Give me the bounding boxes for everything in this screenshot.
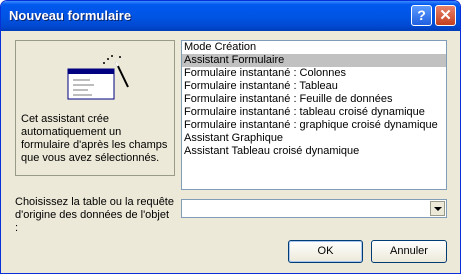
list-item[interactable]: Assistant Formulaire — [182, 54, 446, 67]
list-item[interactable]: Formulaire instantané : tableau croisé d… — [182, 106, 446, 119]
list-item[interactable]: Assistant Tableau croisé dynamique — [182, 145, 446, 158]
list-item[interactable]: Formulaire instantané : graphique croisé… — [182, 119, 446, 132]
new-form-dialog: Nouveau formulaire ? ✕ Cet assistant cré… — [0, 0, 461, 274]
data-source-label: Choisissez la table ou la requête d'orig… — [15, 196, 174, 234]
list-item[interactable]: Formulaire instantané : Tableau — [182, 80, 446, 93]
list-item[interactable]: Formulaire instantané : Colonnes — [182, 67, 446, 80]
list-item[interactable]: Formulaire instantané : Feuille de donné… — [182, 93, 446, 106]
list-item[interactable]: Mode Création — [182, 41, 446, 54]
help-button[interactable]: ? — [411, 5, 432, 26]
form-type-list[interactable]: Mode Création Assistant Formulaire Formula… — [181, 40, 447, 190]
wizard-preview-panel: Cet assistant crée automatiquement un fo… — [15, 40, 175, 176]
dialog-title: Nouveau formulaire — [9, 8, 132, 23]
title-bar[interactable]: Nouveau formulaire ? ✕ — [1, 1, 460, 31]
close-icon: ✕ — [439, 7, 452, 24]
data-source-combobox[interactable] — [181, 199, 447, 218]
list-item[interactable]: Assistant Graphique — [182, 132, 446, 145]
dialog-body: Cet assistant crée automatiquement un fo… — [1, 31, 460, 273]
wizard-description: Cet assistant crée automatiquement un fo… — [21, 113, 168, 164]
ok-button[interactable]: OK — [288, 240, 363, 263]
cancel-button[interactable]: Annuler — [371, 240, 447, 263]
close-button[interactable]: ✕ — [435, 5, 456, 26]
form-wizard-icon — [67, 55, 129, 100]
chevron-down-icon[interactable] — [430, 201, 445, 216]
help-icon: ? — [417, 7, 426, 23]
